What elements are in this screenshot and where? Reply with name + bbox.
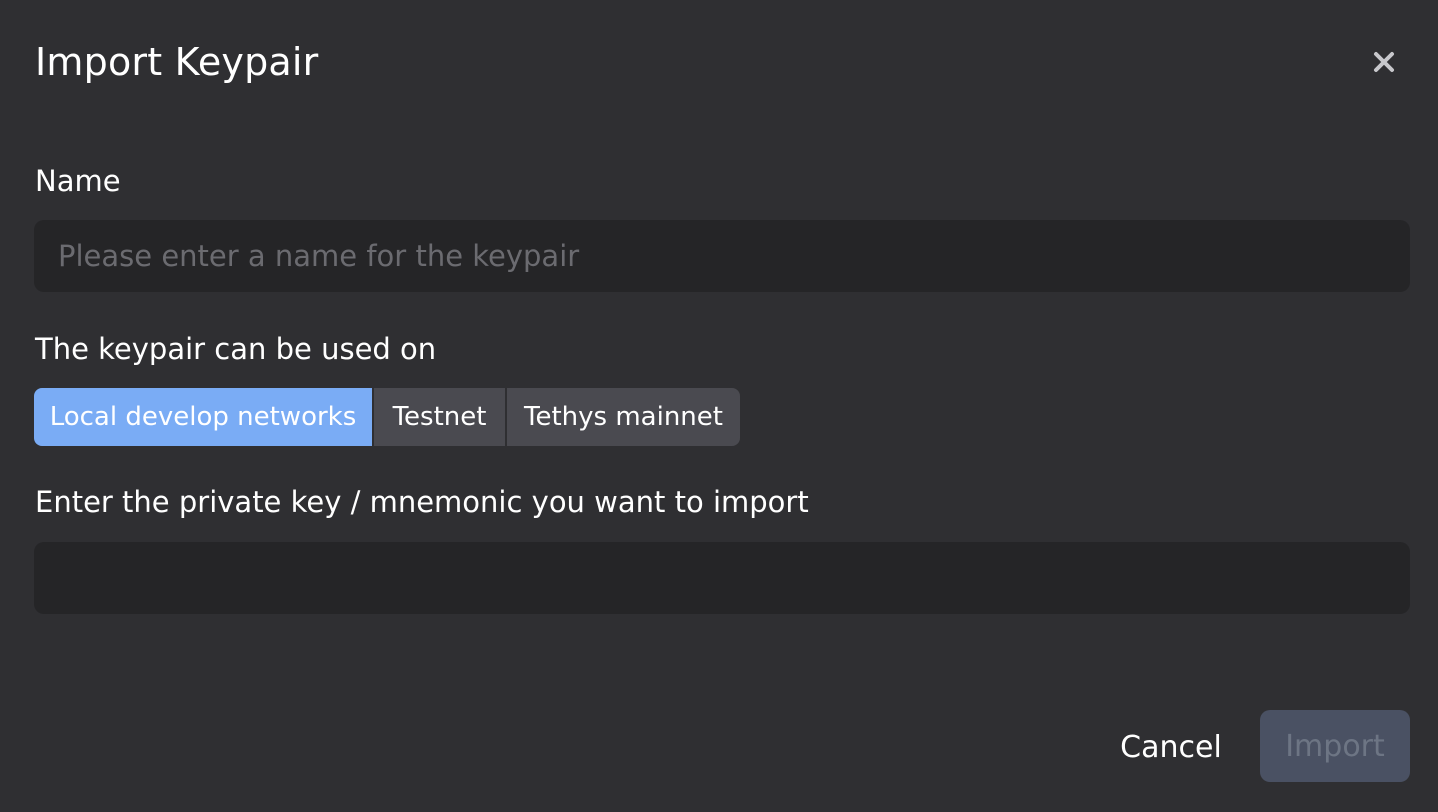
name-label: Name — [35, 164, 121, 198]
network-option-mainnet[interactable]: Tethys mainnet — [507, 388, 740, 446]
network-option-testnet[interactable]: Testnet — [374, 388, 505, 446]
close-icon — [1374, 52, 1394, 72]
network-option-local[interactable]: Local develop networks — [34, 388, 372, 446]
cancel-button[interactable]: Cancel — [1112, 720, 1230, 774]
private-key-input[interactable] — [34, 542, 1410, 614]
dialog-title: Import Keypair — [35, 40, 319, 84]
networks-label: The keypair can be used on — [35, 332, 437, 366]
import-keypair-dialog: Import Keypair Name The keypair can be u… — [0, 0, 1438, 812]
close-button[interactable] — [1366, 44, 1402, 80]
import-button[interactable]: Import — [1260, 710, 1410, 782]
network-segmented-control: Local develop networks Testnet Tethys ma… — [34, 388, 740, 446]
private-key-label: Enter the private key / mnemonic you wan… — [35, 485, 809, 519]
name-input[interactable] — [34, 220, 1410, 292]
